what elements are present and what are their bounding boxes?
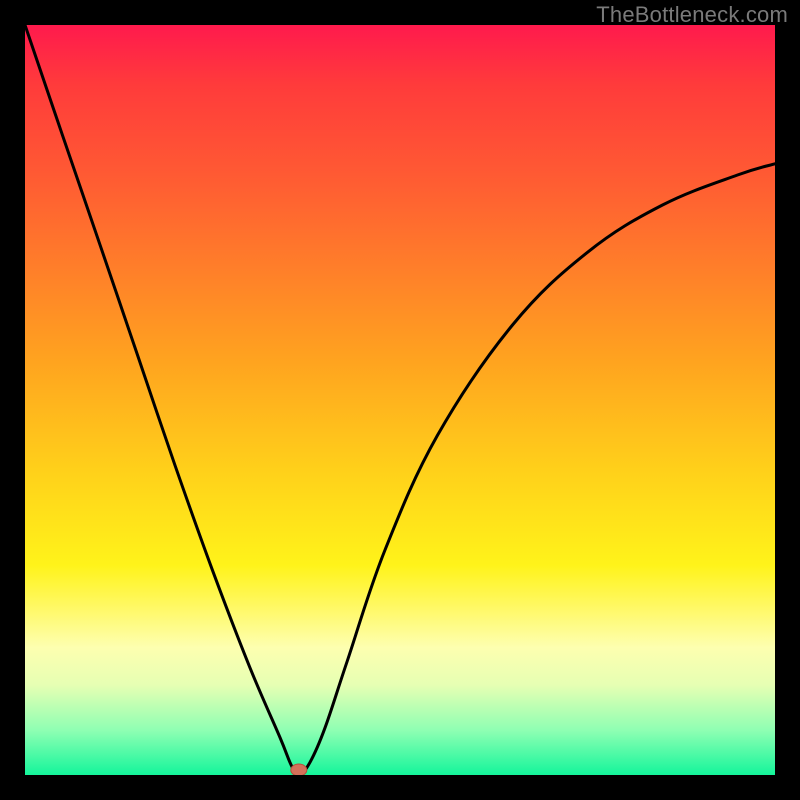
min-point-marker bbox=[291, 764, 307, 775]
plot-area bbox=[25, 25, 775, 775]
chart-frame: TheBottleneck.com bbox=[0, 0, 800, 800]
bottleneck-curve bbox=[25, 25, 775, 775]
curve-layer bbox=[25, 25, 775, 775]
